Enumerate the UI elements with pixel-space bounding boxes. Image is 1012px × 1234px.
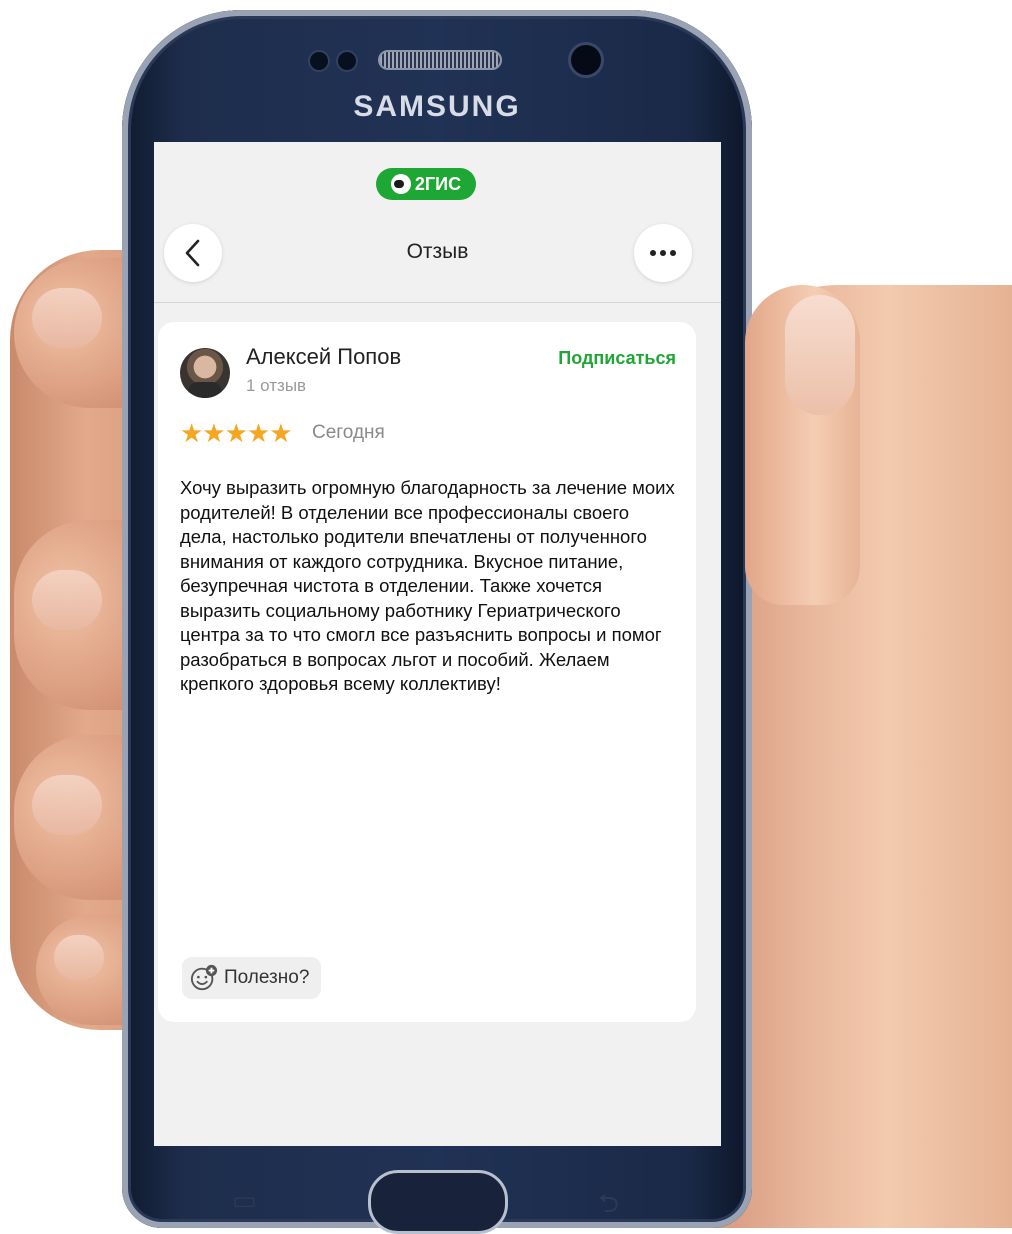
helpful-button[interactable]: Полезно?	[182, 957, 322, 999]
avatar[interactable]	[180, 348, 230, 398]
sensor-dot	[308, 50, 330, 72]
goose-icon	[390, 174, 411, 194]
helpful-label: Полезно?	[224, 967, 310, 988]
author-name[interactable]: Алексей Попов	[246, 344, 401, 370]
rating-stars: ★★★★★	[180, 418, 293, 448]
phone: SAMSUNG 2ГИС Отзыв Алексей Попов 1 отзыв…	[122, 10, 752, 1234]
subscribe-button[interactable]: Подписаться	[558, 348, 676, 369]
smile-plus-icon	[190, 964, 218, 991]
recent-apps-key[interactable]: ▭	[232, 1185, 257, 1216]
review-card: Алексей Попов 1 отзыв Подписаться ★★★★★ …	[158, 322, 696, 1022]
author-review-count: 1 отзыв	[246, 376, 307, 395]
home-button[interactable]	[368, 1170, 508, 1234]
logo-text: 2ГИС	[414, 173, 462, 194]
earpiece-speaker	[378, 50, 502, 70]
more-button[interactable]	[634, 224, 692, 282]
header-divider	[154, 302, 721, 303]
sensor-dot	[336, 50, 358, 72]
review-text: Хочу выразить огромную благодарность за …	[180, 477, 675, 694]
review-date: Сегодня	[312, 422, 385, 443]
device-brand: SAMSUNG	[353, 90, 521, 123]
more-dots-icon	[650, 250, 676, 256]
back-key[interactable]: ⮌	[598, 1185, 619, 1229]
app-screen: 2ГИС Отзыв Алексей Попов 1 отзыв Подписа…	[154, 142, 721, 1146]
thumb	[745, 285, 860, 605]
app-logo: 2ГИС	[376, 168, 476, 200]
front-camera	[568, 42, 604, 78]
